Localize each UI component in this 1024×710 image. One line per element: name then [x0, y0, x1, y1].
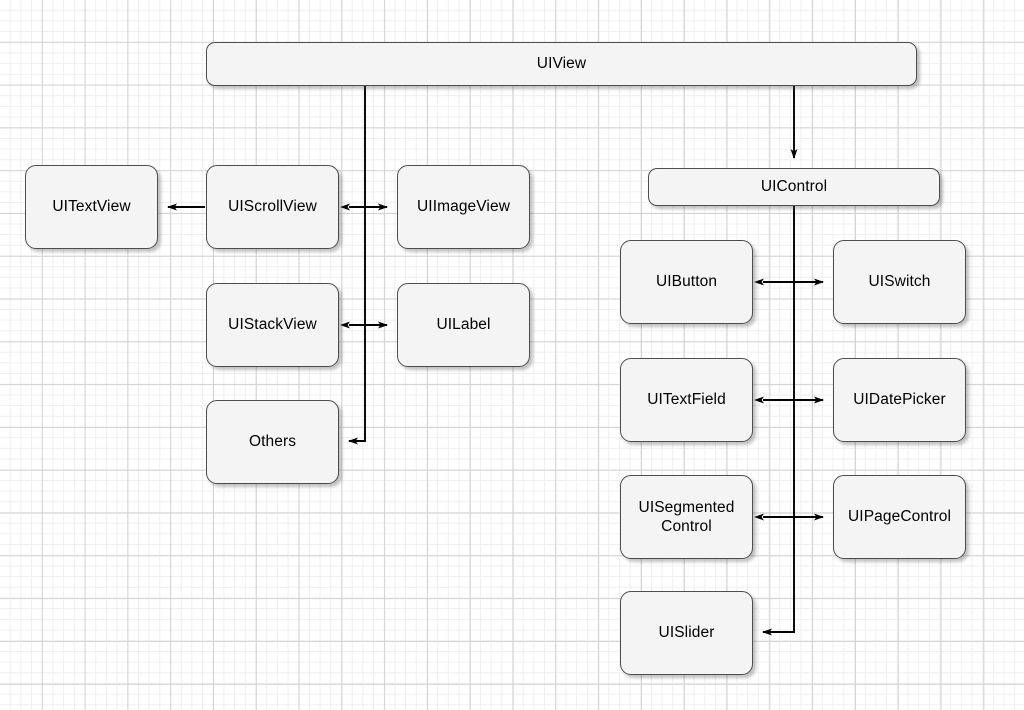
node-uicontrol[interactable]: UIControl — [648, 168, 940, 206]
node-uistackview[interactable]: UIStackView — [206, 283, 339, 367]
node-others[interactable]: Others — [206, 400, 339, 484]
node-uibutton[interactable]: UIButton — [620, 240, 753, 324]
node-uitextfield[interactable]: UITextField — [620, 358, 753, 442]
node-uilabel[interactable]: UILabel — [397, 283, 530, 367]
node-uiview[interactable]: UIView — [206, 42, 917, 86]
node-uitextview[interactable]: UITextView — [25, 165, 158, 249]
node-uisegmentedcontrol[interactable]: UISegmented Control — [620, 475, 753, 559]
node-uiimageview[interactable]: UIImageView — [397, 165, 530, 249]
diagram-canvas: UIView UITextView UIScrollView UIImageVi… — [0, 0, 1024, 710]
node-uislider[interactable]: UISlider — [620, 591, 753, 675]
connector-uiview-to-others — [348, 86, 366, 445]
node-uipagecontrol[interactable]: UIPageControl — [833, 475, 966, 559]
node-uiscrollview[interactable]: UIScrollView — [206, 165, 339, 249]
node-uiswitch[interactable]: UISwitch — [833, 240, 966, 324]
node-uidatepicker[interactable]: UIDatePicker — [833, 358, 966, 442]
connector-uicontrol-to-uislider — [762, 206, 795, 636]
